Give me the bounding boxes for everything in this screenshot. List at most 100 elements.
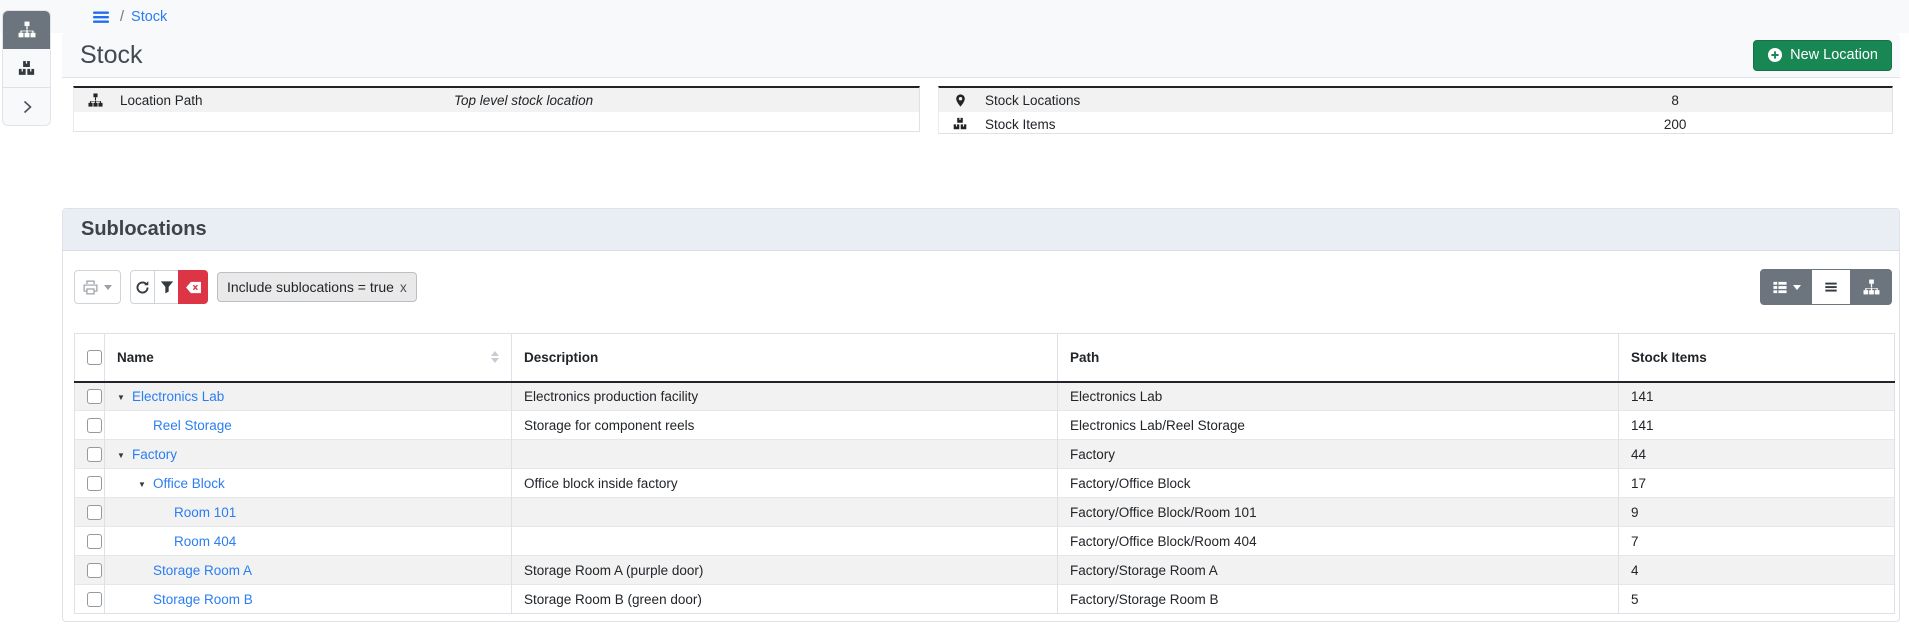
row-description-cell: Office block inside factory [512,469,1058,498]
row-stock-items-cell: 7 [1619,527,1895,556]
row-description-cell [512,440,1058,469]
page-title: Stock [80,41,143,70]
list-view-button[interactable] [1811,269,1851,305]
backspace-x-icon [185,281,202,294]
row-checkbox[interactable] [87,534,102,549]
sitemap-icon [87,93,103,108]
location-link[interactable]: Office Block [153,476,225,491]
column-header-name[interactable]: Name [105,334,512,382]
column-header-path[interactable]: Path [1058,334,1619,382]
sidebar-item-locations[interactable] [3,11,50,49]
location-link[interactable]: Factory [132,447,177,462]
row-select-cell [75,411,105,440]
row-description-cell [512,527,1058,556]
row-description-cell: Storage Room B (green door) [512,585,1058,614]
row-name-cell: ▼Storage Room A [105,556,512,585]
refresh-button[interactable] [130,270,155,304]
print-button[interactable] [74,270,121,304]
tree-view-button[interactable] [1850,269,1892,305]
sublocations-table: Name Description Path Stock Items ▼Elect… [74,333,1895,614]
location-link[interactable]: Storage Room B [153,592,253,607]
breadcrumb-separator: / [120,9,124,25]
filter-button-group [130,270,208,304]
sublocations-card: Sublocations [62,208,1900,622]
location-link[interactable]: Storage Room A [153,563,252,578]
location-link[interactable]: Electronics Lab [132,389,224,404]
stock-locations-row: Stock Locations 8 [939,88,1892,112]
sublocations-header: Sublocations [63,209,1899,251]
location-link[interactable]: Reel Storage [153,418,232,433]
row-name-cell: ▼Factory [105,440,512,469]
sidebar-item-stock-items[interactable] [3,49,50,87]
select-all-checkbox[interactable] [87,350,102,365]
filter-chip-text: Include sublocations = true [227,279,394,295]
row-name-cell: ▼Room 101 [105,498,512,527]
row-path-cell: Factory/Storage Room B [1058,585,1619,614]
plus-circle-icon [1767,47,1783,63]
row-path-cell: Electronics Lab/Reel Storage [1058,411,1619,440]
row-checkbox[interactable] [87,418,102,433]
row-path-cell: Factory/Office Block/Room 404 [1058,527,1619,556]
sidebar [2,10,51,126]
row-path-cell: Factory/Storage Room A [1058,556,1619,585]
expand-caret-icon[interactable]: ▼ [117,393,132,402]
new-location-button[interactable]: New Location [1753,40,1892,71]
table-row: ▼Reel Storage Storage for component reel… [75,411,1895,440]
stock-locations-value: 8 [1458,93,1892,108]
boxes-icon [18,60,35,77]
table-row: ▼Factory Factory 44 [75,440,1895,469]
sitemap-icon [18,21,36,39]
stock-items-label: Stock Items [985,117,1056,132]
sort-icon[interactable] [491,351,499,363]
hamburger-menu-icon[interactable] [92,9,110,25]
table-row: ▼Office Block Office block inside factor… [75,469,1895,498]
page-header: Stock New Location [62,33,1900,78]
row-description-cell: Electronics production facility [512,382,1058,411]
table-row: ▼Electronics Lab Electronics production … [75,382,1895,411]
stock-items-row: Stock Items 200 [939,112,1892,136]
columns-button[interactable] [1760,269,1812,305]
filter-chip-remove[interactable]: x [400,280,407,295]
printer-icon [83,280,98,295]
view-toggle-group [1760,269,1892,305]
row-select-cell [75,440,105,469]
row-checkbox[interactable] [87,389,102,404]
table-columns-icon [1772,280,1788,295]
row-path-cell: Electronics Lab [1058,382,1619,411]
table-row: ▼Storage Room B Storage Room B (green do… [75,585,1895,614]
column-header-stock-items[interactable]: Stock Items [1619,334,1895,382]
location-link[interactable]: Room 404 [174,534,236,549]
location-link[interactable]: Room 101 [174,505,236,520]
filter-chip: Include sublocations = true x [217,272,417,302]
table-row: ▼Storage Room A Storage Room A (purple d… [75,556,1895,585]
row-checkbox[interactable] [87,563,102,578]
sitemap-icon [1863,279,1880,296]
clear-filters-button[interactable] [178,270,208,304]
row-select-cell [75,527,105,556]
row-checkbox[interactable] [87,592,102,607]
row-description-cell: Storage for component reels [512,411,1058,440]
column-header-description[interactable]: Description [512,334,1058,382]
row-checkbox[interactable] [87,447,102,462]
row-path-cell: Factory/Office Block [1058,469,1619,498]
row-name-cell: ▼Storage Room B [105,585,512,614]
row-checkbox[interactable] [87,476,102,491]
empty-row [74,112,919,136]
stats-panel: Stock Locations 8 Stock Items 200 [938,86,1893,134]
caret-down-icon [1793,285,1801,290]
sidebar-expand-button[interactable] [3,87,50,125]
row-select-cell [75,556,105,585]
filter-button[interactable] [154,270,179,304]
expand-caret-icon[interactable]: ▼ [138,480,153,489]
row-checkbox[interactable] [87,505,102,520]
breadcrumb-link-stock[interactable]: Stock [131,9,167,25]
location-path-row: Location Path Top level stock location [74,88,919,112]
expand-caret-icon[interactable]: ▼ [117,451,132,460]
table-header-row: Name Description Path Stock Items [75,334,1895,382]
sublocations-title: Sublocations [81,218,207,241]
row-stock-items-cell: 9 [1619,498,1895,527]
refresh-icon [135,280,150,295]
select-all-cell [75,334,105,382]
row-select-cell [75,498,105,527]
row-path-cell: Factory/Office Block/Room 101 [1058,498,1619,527]
